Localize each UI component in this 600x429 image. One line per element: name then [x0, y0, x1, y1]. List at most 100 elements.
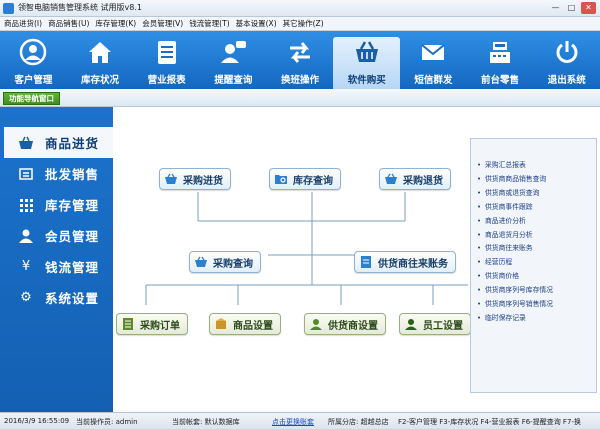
person-icon	[18, 228, 34, 244]
quick-links-panel: 采购汇总报表 供货商商品销售查询 供货商或退货查询 供货商事件跟踪 商品进价分析…	[470, 138, 597, 393]
quick-link[interactable]: 供货商商品销售查询	[477, 173, 596, 187]
status-account: 当前帐套: 默认数据库	[172, 418, 240, 426]
toolbar-label: 换班操作	[281, 75, 320, 86]
close-button[interactable]: ✕	[581, 2, 596, 14]
menu-bar: 商品进货(I) 商品销售(U) 库存管理(K) 会员管理(V) 钱流管理(T) …	[0, 17, 600, 31]
menu-sales[interactable]: 商品销售(U)	[48, 17, 89, 30]
maximize-button[interactable]: □	[565, 2, 578, 14]
sidebar-item-purchase[interactable]: 商品进货	[4, 127, 113, 158]
power-icon	[556, 41, 578, 63]
quick-link[interactable]: 经营历程	[477, 256, 596, 270]
menu-settings[interactable]: 基本设置(X)	[236, 17, 277, 30]
user-circle-icon	[20, 38, 47, 66]
button-label: 采购查询	[213, 258, 253, 270]
quick-link[interactable]: 供货商往来账务	[477, 242, 596, 256]
toolbar-retail-button[interactable]: 前台零售	[467, 31, 534, 89]
user-chat-icon	[221, 41, 247, 63]
sidebar-item-label: 会员管理	[45, 229, 100, 244]
sidebar-item-inventory[interactable]: 库存管理	[0, 189, 113, 220]
swap-arrows-icon	[290, 42, 311, 63]
toolbar-label: 提醒查询	[214, 75, 253, 86]
quick-link[interactable]: 采购汇总报表	[477, 159, 596, 173]
report-list-icon	[157, 41, 176, 64]
envelope-icon	[421, 44, 445, 60]
purchase-in-button[interactable]: 采购进货	[159, 168, 231, 190]
stock-query-button[interactable]: 库存查询	[269, 168, 341, 190]
button-label: 供货商设置	[328, 320, 378, 332]
quick-link[interactable]: 供货商或退货查询	[477, 187, 596, 201]
menu-inventory[interactable]: 库存管理(K)	[95, 17, 136, 30]
supplier-accounts-button[interactable]: 供货商往来账务	[354, 251, 456, 273]
status-bar: 2016/3/9 16:55:09 当前操作员: admin 当前帐套: 默认数…	[0, 412, 600, 429]
app-window: 领智电脑销售管理系统 试用版v8.1 — □ ✕ 商品进货(I) 商品销售(U)…	[0, 0, 600, 429]
app-logo-icon	[3, 3, 14, 14]
menu-other[interactable]: 其它操作(Z)	[283, 17, 324, 30]
status-shortcuts: F2-客户管理 F3-库存状况 F4-营业报表 F6-提醒查询 F7-换	[398, 418, 581, 426]
sidebar-item-label: 批发销售	[45, 167, 100, 182]
quick-link[interactable]: 供货商序列号销售情况	[477, 298, 596, 312]
staff-person-icon	[405, 319, 417, 330]
folder-search-icon	[275, 175, 287, 184]
nav-window-tab[interactable]: 功能导航窗口	[3, 92, 60, 105]
main-panel: 采购进货 库存查询 采购退货 采购查询 供货商往来账务 采购订单 商品设置 供货…	[113, 107, 600, 412]
toolbar-label: 前台零售	[481, 75, 520, 86]
toolbar-reminder-button[interactable]: 提醒查询	[200, 31, 267, 89]
quick-link[interactable]: 供货商序列号库存情况	[477, 284, 596, 298]
purchase-return-button[interactable]: 采购退货	[379, 168, 451, 190]
main-toolbar: 客户管理 库存状况 营业报表 提醒查询 换班操作 软件购买 短信群发 前台零售	[0, 31, 600, 89]
cash-register-icon	[490, 42, 511, 63]
grid-icon	[18, 197, 34, 213]
toolbar-label: 客户管理	[14, 75, 53, 86]
menu-purchase[interactable]: 商品进货(I)	[4, 17, 42, 30]
button-label: 库存查询	[293, 175, 333, 187]
minimize-button[interactable]: —	[549, 2, 562, 14]
toolbar-buy-button[interactable]: 软件购买	[333, 37, 401, 89]
basket-return-icon	[385, 173, 397, 184]
sidebar-item-wholesale[interactable]: 批发销售	[0, 158, 113, 189]
button-label: 采购进货	[183, 175, 223, 187]
title-bar: 领智电脑销售管理系统 试用版v8.1 — □ ✕	[0, 0, 600, 17]
toolbar-exit-button[interactable]: 退出系统	[533, 31, 600, 89]
quick-link[interactable]: 临时保存记录	[477, 312, 596, 326]
toolbar-customer-button[interactable]: 客户管理	[0, 31, 67, 89]
supplier-person-icon	[310, 319, 322, 330]
menu-members[interactable]: 会员管理(V)	[142, 17, 183, 30]
sidebar-item-label: 钱流管理	[45, 260, 100, 275]
sidebar-item-settings[interactable]: ⚙ 系统设置	[0, 282, 113, 313]
sidebar-item-members[interactable]: 会员管理	[0, 220, 113, 251]
purchase-query-button[interactable]: 采购查询	[189, 251, 261, 273]
toolbar-label: 退出系统	[547, 75, 586, 86]
toolbar-sms-button[interactable]: 短信群发	[400, 31, 467, 89]
toolbar-label: 软件购买	[347, 75, 386, 86]
status-datetime: 2016/3/9 16:55:09	[4, 417, 70, 425]
button-label: 商品设置	[233, 320, 273, 332]
toolbar-stock-button[interactable]: 库存状况	[67, 31, 134, 89]
button-label: 员工设置	[423, 320, 463, 332]
toolbar-shift-button[interactable]: 换班操作	[267, 31, 334, 89]
button-label: 供货商往来账务	[378, 258, 448, 270]
supplier-settings-button[interactable]: 供货商设置	[304, 313, 386, 335]
flow-canvas: 采购进货 库存查询 采购退货 采购查询 供货商往来账务 采购订单 商品设置 供货…	[113, 125, 471, 393]
basket-search-icon	[195, 256, 207, 267]
sidebar-item-label: 商品进货	[45, 136, 100, 151]
status-branch: 所属分店: 超越总店	[328, 418, 389, 426]
window-title: 领智电脑销售管理系统 试用版v8.1	[18, 3, 142, 12]
menu-cashflow[interactable]: 钱流管理(T)	[189, 17, 229, 30]
product-settings-button[interactable]: 商品设置	[209, 313, 281, 335]
change-account-link[interactable]: 点击更换账套	[272, 417, 314, 427]
quick-link[interactable]: 商品退货月分析	[477, 229, 596, 243]
toolbar-report-button[interactable]: 营业报表	[133, 31, 200, 89]
gear-icon: ⚙	[20, 290, 32, 305]
purchase-order-button[interactable]: 采购订单	[116, 313, 188, 335]
quick-link[interactable]: 商品进价分析	[477, 215, 596, 229]
sidebar-item-cashflow[interactable]: ¥ 钱流管理	[0, 251, 113, 282]
button-label: 采购退货	[403, 175, 443, 187]
yen-icon: ¥	[21, 259, 31, 274]
basket-icon	[18, 135, 34, 151]
sidebar-item-label: 系统设置	[45, 291, 100, 306]
quick-link[interactable]: 供货商价格	[477, 270, 596, 284]
staff-settings-button[interactable]: 员工设置	[399, 313, 471, 335]
quick-link[interactable]: 供货商事件跟踪	[477, 201, 596, 215]
receipt-icon	[18, 166, 34, 182]
toolbar-label: 营业报表	[147, 75, 186, 86]
